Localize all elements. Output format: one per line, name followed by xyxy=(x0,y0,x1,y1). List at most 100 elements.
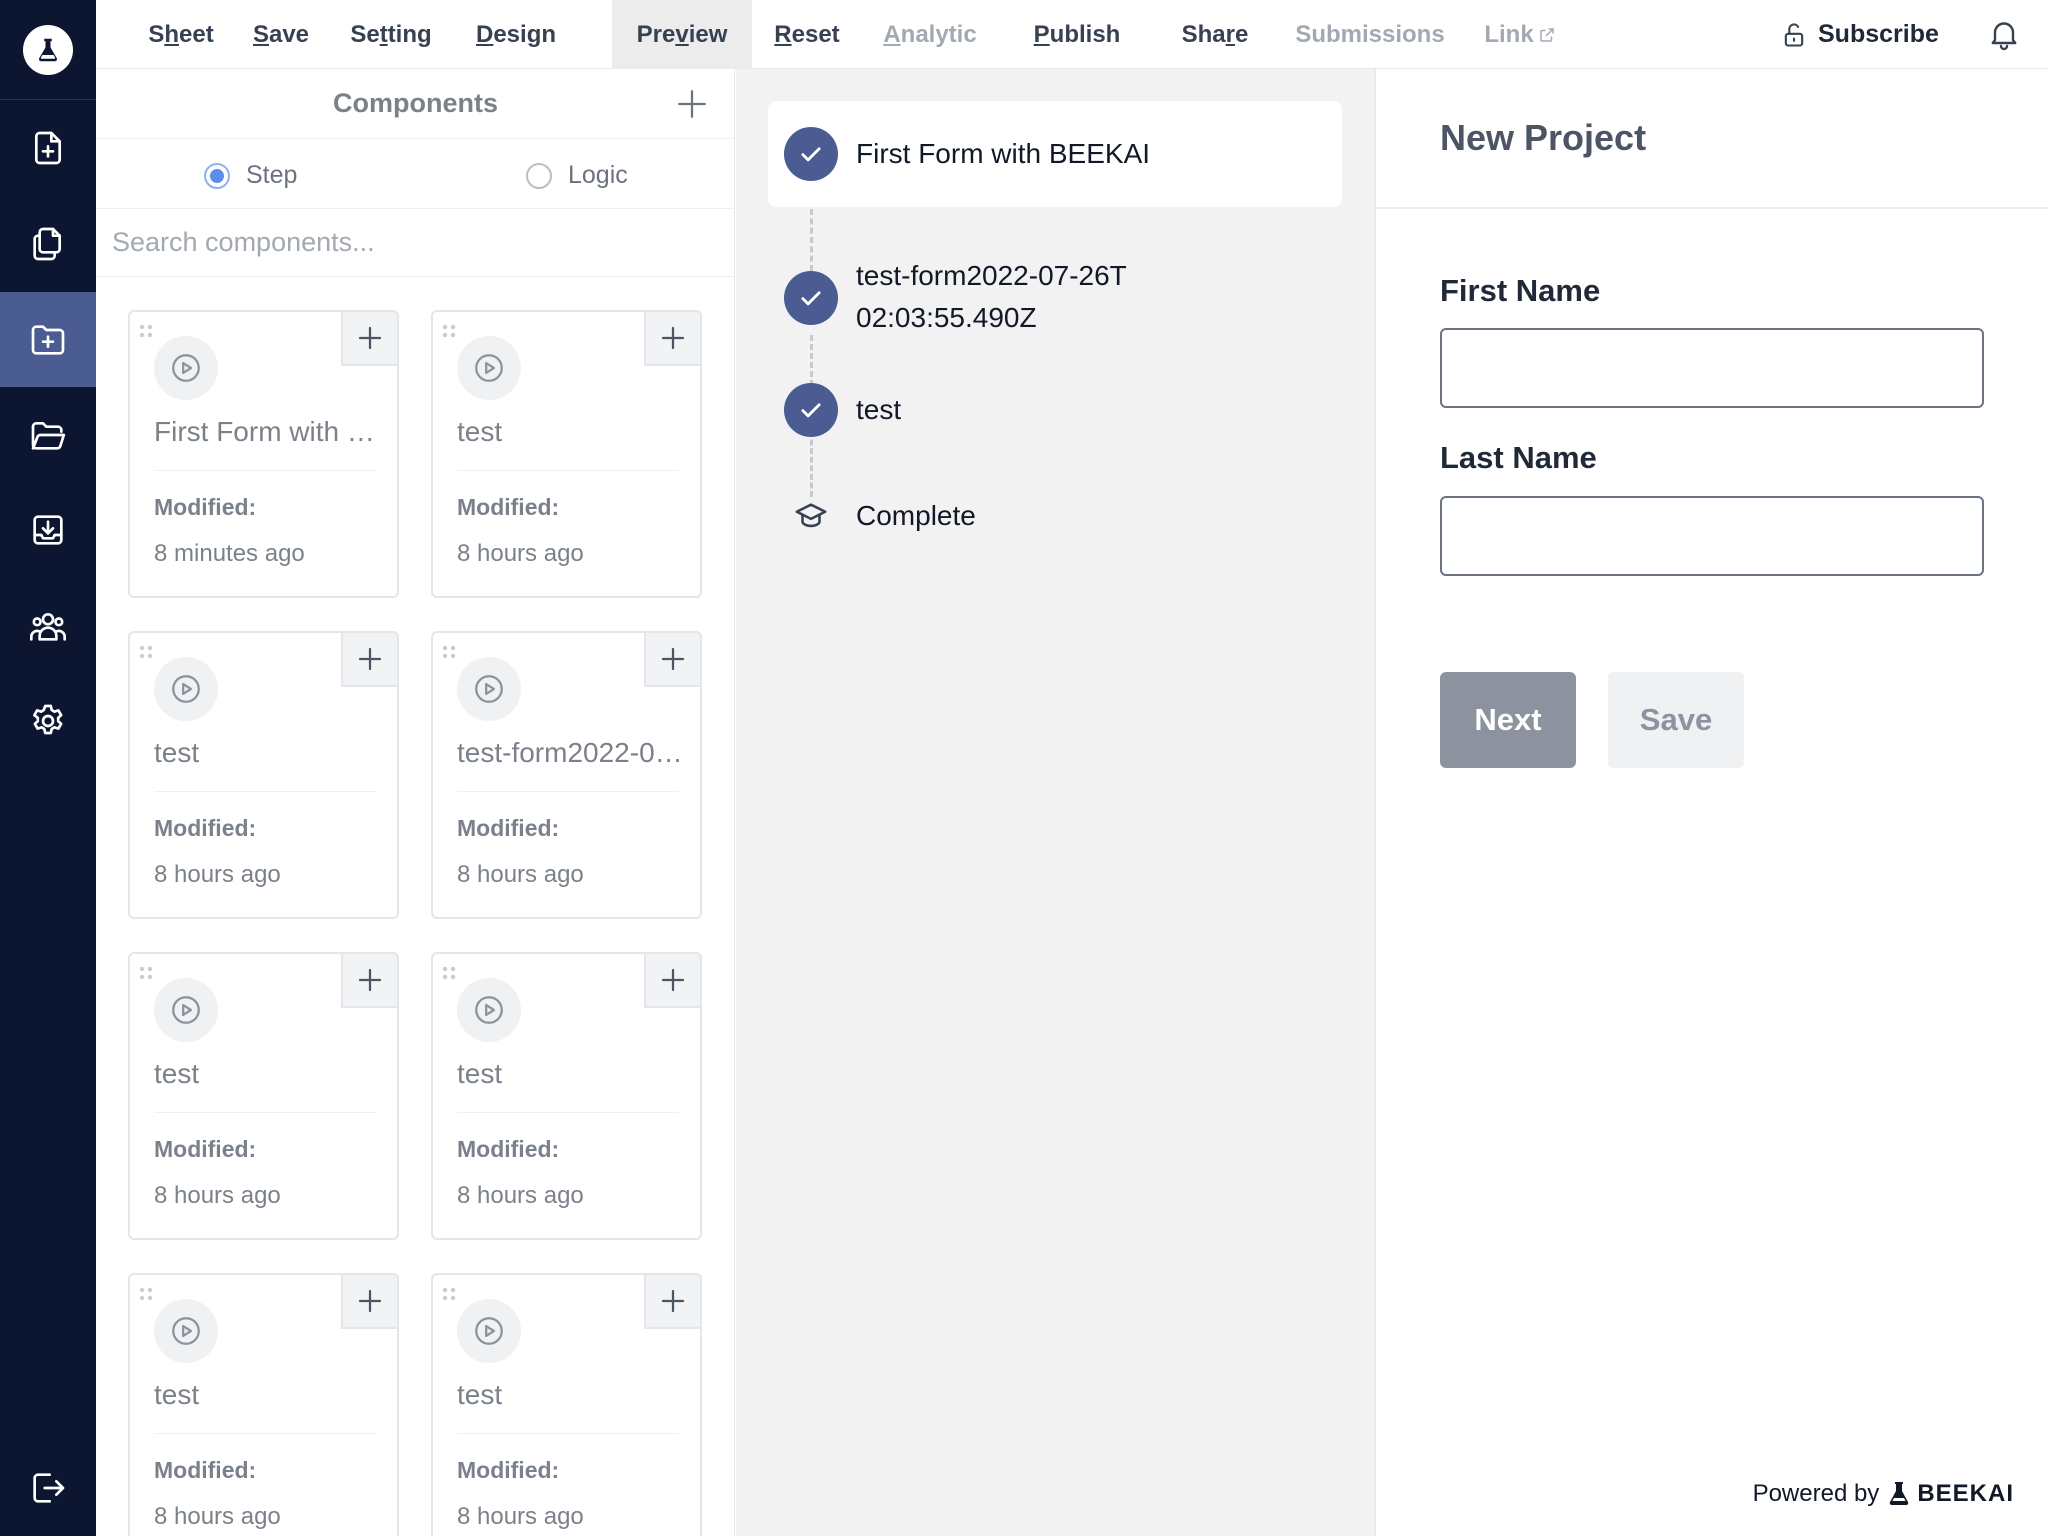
component-name: test xyxy=(457,1058,503,1089)
play-circle-icon xyxy=(457,978,521,1042)
last-name-field[interactable] xyxy=(1440,496,1984,576)
inbox-nav[interactable] xyxy=(0,482,96,577)
menu-link[interactable]: Link xyxy=(1470,0,1570,69)
play-circle-icon xyxy=(154,657,218,721)
first-name-label: First Name xyxy=(1440,273,1601,308)
component-card[interactable]: First Form with BEEKAI Modified: 8 minut… xyxy=(128,310,399,598)
add-component-button[interactable] xyxy=(341,1273,399,1329)
component-name: First Form with BEEKAI xyxy=(154,416,384,447)
component-card[interactable]: test Modified: 8 hours ago xyxy=(128,631,399,919)
new-folder-nav[interactable] xyxy=(0,292,96,387)
add-component-button[interactable] xyxy=(644,631,702,687)
menu-analytic[interactable]: Analytic xyxy=(862,0,998,69)
add-component-button[interactable] xyxy=(341,310,399,366)
component-card[interactable]: test Modified: 8 hours ago xyxy=(128,952,399,1240)
external-link-icon xyxy=(1539,27,1554,42)
drag-handle-icon[interactable] xyxy=(138,645,156,659)
play-circle-icon xyxy=(457,336,521,400)
drag-handle-icon[interactable] xyxy=(138,966,156,980)
drag-handle-icon[interactable] xyxy=(441,966,459,980)
menu-share[interactable]: Sha r e xyxy=(1160,0,1270,69)
modified-time: 8 hours ago xyxy=(457,1503,584,1530)
next-button[interactable]: Next xyxy=(1440,672,1576,768)
drag-handle-icon[interactable] xyxy=(441,324,459,338)
modified-label: Modified: xyxy=(457,1457,560,1483)
graduation-cap-icon xyxy=(784,489,838,543)
step-item[interactable]: First Form with BEEKAI xyxy=(784,127,1150,181)
check-circle-icon xyxy=(784,271,838,325)
folder-open-icon xyxy=(31,421,66,450)
drag-handle-icon[interactable] xyxy=(138,1287,156,1301)
check-circle-icon xyxy=(784,127,838,181)
component-card[interactable]: test Modified: 8 hours ago xyxy=(431,1273,702,1536)
radio-logic[interactable]: Logic xyxy=(526,161,628,190)
powered-by-text: Powered by xyxy=(1752,1480,1880,1507)
step-label: Complete xyxy=(856,500,976,531)
plus-icon xyxy=(358,968,382,992)
component-name: test xyxy=(457,416,503,447)
logout-nav[interactable] xyxy=(0,1440,96,1535)
component-card[interactable]: test Modified: 8 hours ago xyxy=(431,310,702,598)
app-logo[interactable] xyxy=(0,0,96,100)
bell-icon[interactable] xyxy=(1986,16,2022,52)
menu-sheet[interactable]: Sh eet xyxy=(130,0,232,69)
users-nav[interactable] xyxy=(0,578,96,673)
drag-handle-icon[interactable] xyxy=(138,324,156,338)
inbox-download-icon xyxy=(33,514,63,545)
copy-icon xyxy=(33,227,62,260)
add-component-button[interactable] xyxy=(644,952,702,1008)
component-card[interactable]: test-form2022-07-26T02:03:55.490Z Modifi… xyxy=(431,631,702,919)
first-name-field[interactable] xyxy=(1440,328,1984,408)
menu-publish[interactable]: Publish xyxy=(1016,0,1138,69)
modified-label: Modified: xyxy=(154,494,257,520)
menu-setting[interactable]: Se t ting xyxy=(330,0,452,69)
modified-label: Modified: xyxy=(154,815,257,841)
settings-nav[interactable] xyxy=(0,673,96,768)
component-card[interactable]: test Modified: 8 hours ago xyxy=(431,952,702,1240)
plus-icon xyxy=(661,326,685,350)
modified-label: Modified: xyxy=(154,1136,257,1162)
form-preview-panel: New Project First Name Last Name Next Sa… xyxy=(1376,69,2048,1536)
add-component-button[interactable] xyxy=(644,310,702,366)
subscribe-button[interactable]: Subscribe xyxy=(1780,0,1939,69)
component-name: test-form2022-07-26T02:03:55.490Z xyxy=(457,737,687,768)
check-circle-icon xyxy=(784,383,838,437)
modified-time: 8 hours ago xyxy=(154,1182,281,1209)
modified-label: Modified: xyxy=(457,1136,560,1162)
search-components-input[interactable] xyxy=(96,209,734,277)
menu-preview[interactable]: Pre v iew xyxy=(612,0,752,69)
copy-nav[interactable] xyxy=(0,196,96,291)
add-component-button[interactable] xyxy=(644,1273,702,1329)
modified-time: 8 hours ago xyxy=(154,861,281,888)
flask-logo-icon xyxy=(23,24,73,75)
step-item-complete[interactable]: Complete xyxy=(784,489,976,543)
radio-step[interactable]: Step xyxy=(204,161,297,190)
menu-save[interactable]: Save xyxy=(232,0,330,69)
play-circle-icon xyxy=(457,657,521,721)
component-card[interactable]: test Modified: 8 hours ago xyxy=(128,1273,399,1536)
powered-by-footer: Powered by BEEKAI xyxy=(1753,1480,2014,1508)
menu-design[interactable]: Design xyxy=(452,0,580,69)
menu-reset[interactable]: Reset xyxy=(752,0,862,69)
drag-handle-icon[interactable] xyxy=(441,1287,459,1301)
add-component-button[interactable] xyxy=(341,631,399,687)
flask-icon xyxy=(1890,1482,1909,1505)
folder-plus-icon xyxy=(31,324,65,355)
add-component-button[interactable] xyxy=(341,952,399,1008)
component-name: test xyxy=(154,737,200,768)
save-button[interactable]: Save xyxy=(1608,672,1744,768)
component-name: test xyxy=(154,1379,200,1410)
step-item[interactable]: test-form2022-07-26T02:03:55.490Z xyxy=(784,255,1136,339)
step-label: test-form2022-07-26T02:03:55.490Z xyxy=(856,260,1127,333)
menu-submissions[interactable]: Submissions xyxy=(1282,0,1458,69)
plus-icon xyxy=(661,968,685,992)
new-file-nav[interactable] xyxy=(0,100,96,195)
plus-icon[interactable] xyxy=(675,87,709,121)
step-item[interactable]: test xyxy=(784,383,901,437)
drag-handle-icon[interactable] xyxy=(441,645,459,659)
open-folder-nav[interactable] xyxy=(0,387,96,482)
modified-time: 8 hours ago xyxy=(154,1503,281,1530)
preview-header: New Project xyxy=(1376,69,2048,209)
last-name-label: Last Name xyxy=(1440,440,1597,475)
logout-icon xyxy=(33,1472,65,1503)
